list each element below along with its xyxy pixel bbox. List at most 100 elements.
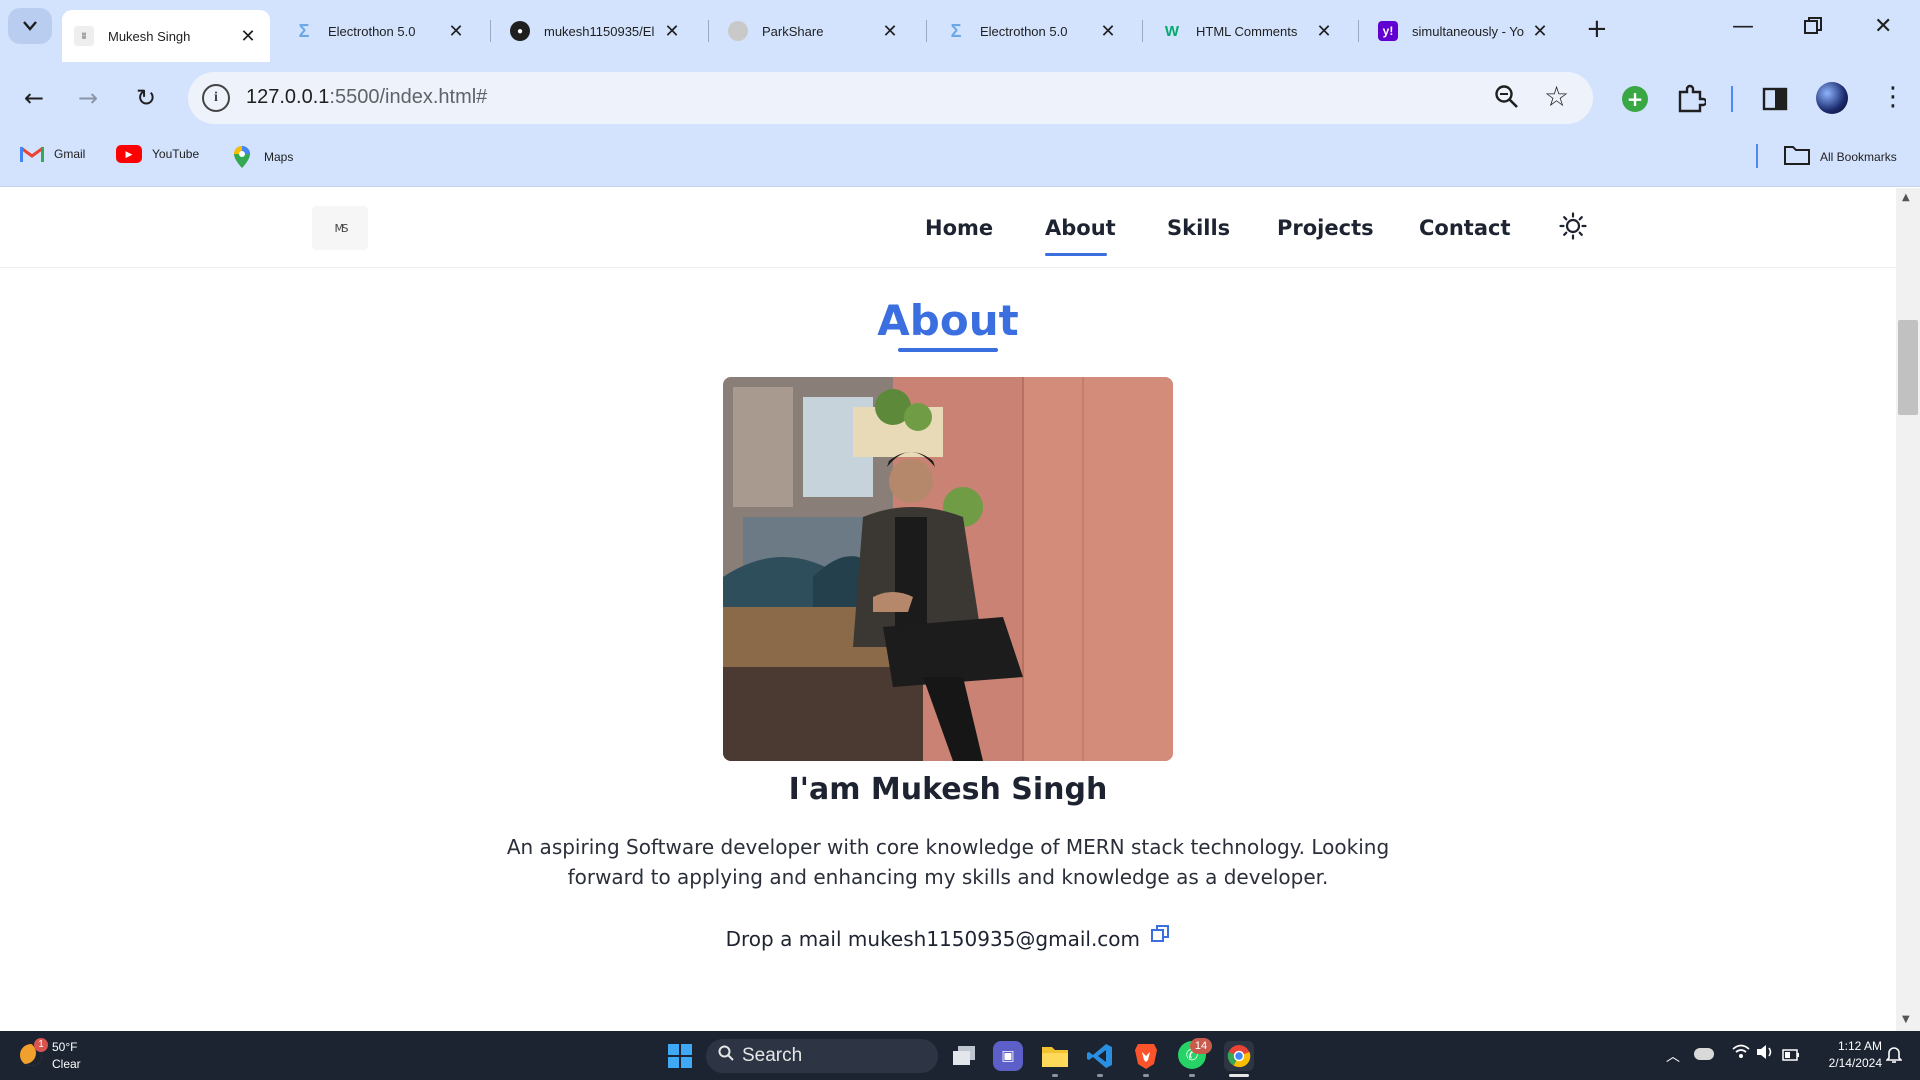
copy-icon[interactable] [1150, 924, 1170, 949]
scroll-down-icon[interactable]: ▼ [1902, 1014, 1910, 1025]
nav-projects[interactable]: Projects [1277, 216, 1374, 240]
all-bookmarks-button[interactable]: All Bookmarks [1784, 145, 1897, 168]
onedrive-icon[interactable] [1694, 1048, 1714, 1060]
close-tab-icon[interactable]: ✕ [238, 26, 258, 47]
tray-chevron-up-icon[interactable]: ︿ [1666, 1046, 1680, 1066]
mail-prefix: Drop a mail [725, 927, 842, 951]
extension-green-icon[interactable]: + [1622, 86, 1648, 112]
close-tab-icon[interactable]: ✕ [1314, 21, 1334, 42]
clock-date[interactable]: 2/14/2024 [1818, 1056, 1882, 1070]
file-explorer-icon[interactable] [1040, 1041, 1070, 1071]
mail-line: Drop a mail mukesh1150935@gmail.com [0, 924, 1896, 951]
active-nav-underline [1045, 253, 1107, 256]
bookmark-youtube[interactable]: ▶ YouTube [116, 145, 199, 163]
reload-icon[interactable]: ↻ [126, 78, 166, 118]
weather-badge: 1 [34, 1038, 48, 1052]
tab-mukesh-singh[interactable]: ʬ Mukesh Singh ✕ [62, 10, 270, 62]
tab-title: HTML Comments [1196, 23, 1298, 39]
clock-time[interactable]: 1:12 AM [1826, 1039, 1882, 1053]
tab-title: Electrothon 5.0 [328, 23, 416, 39]
bookmark-label: YouTube [152, 147, 200, 161]
nav-skills[interactable]: Skills [1167, 216, 1230, 240]
side-panel-icon[interactable] [1762, 86, 1788, 116]
nav-home[interactable]: Home [925, 216, 993, 240]
extensions-puzzle-icon[interactable] [1676, 84, 1708, 118]
profile-avatar[interactable] [1816, 82, 1848, 114]
windows-start-icon[interactable] [668, 1044, 692, 1072]
brave-running-dot [1143, 1074, 1149, 1077]
new-tab-button[interactable]: + [1586, 14, 1608, 44]
wifi-icon[interactable] [1732, 1044, 1750, 1064]
scrollbar-thumb[interactable] [1898, 320, 1918, 415]
close-window-icon[interactable]: ✕ [1874, 14, 1892, 39]
tab-divider [1142, 20, 1143, 42]
url-host: 127.0.0.1 [246, 86, 330, 108]
bookmark-star-icon[interactable]: ☆ [1544, 80, 1569, 113]
tab-search-button[interactable] [8, 8, 52, 44]
scroll-up-icon[interactable]: ▲ [1902, 192, 1910, 203]
tab-parkshare[interactable]: ParkShare ✕ [716, 10, 912, 52]
close-tab-icon[interactable]: ✕ [1530, 21, 1550, 42]
logo-text: M S [334, 221, 349, 235]
weather-widget[interactable]: 1 50°F Clear [16, 1038, 96, 1076]
close-tab-icon[interactable]: ✕ [1098, 21, 1118, 42]
url-text[interactable]: 127.0.0.1:5500/index.html# [246, 86, 487, 109]
site-header: M S Home About Skills Projects Contact [0, 188, 1896, 268]
youtube-icon: ▶ [116, 145, 142, 163]
brave-icon[interactable] [1131, 1041, 1161, 1071]
tab-title: ParkShare [762, 23, 824, 39]
tab-divider [926, 20, 927, 42]
taskbar-search[interactable]: Search [706, 1039, 938, 1073]
all-bookmarks-label: All Bookmarks [1820, 149, 1897, 164]
tab-html-comments[interactable]: W HTML Comments ✕ [1150, 10, 1346, 52]
yahoo-icon: y! [1378, 21, 1398, 41]
sun-icon[interactable] [1559, 212, 1587, 244]
notification-bell-icon[interactable] [1885, 1046, 1903, 1068]
tab-github[interactable]: ● mukesh1150935/El ✕ [498, 10, 694, 52]
site-info-icon[interactable]: i [202, 84, 230, 112]
weather-desc: Clear [52, 1057, 81, 1071]
tab-strip: ʬ Mukesh Singh ✕ Σ Electrothon 5.0 ✕ ● m… [0, 0, 1920, 62]
task-view-icon[interactable] [949, 1041, 979, 1071]
menu-kebab-icon[interactable]: ⋮ [1880, 84, 1906, 110]
site-logo[interactable]: M S [312, 206, 368, 250]
electrothon-icon: Σ [298, 20, 310, 41]
chevron-down-icon [23, 21, 37, 31]
tab-divider [1358, 20, 1359, 42]
teams-icon[interactable]: ▣ [993, 1041, 1023, 1071]
address-bar[interactable]: i 127.0.0.1:5500/index.html# ☆ [188, 72, 1593, 124]
tab-electrothon[interactable]: Σ Electrothon 5.0 ✕ [282, 10, 478, 52]
close-tab-icon[interactable]: ✕ [662, 21, 682, 42]
chrome-icon[interactable] [1224, 1041, 1254, 1071]
tab-title: mukesh1150935/El [544, 23, 655, 39]
ms-logo-icon: ʬ [74, 26, 94, 46]
back-icon[interactable]: ← [14, 78, 54, 118]
profile-name: I'am Mukesh Singh [788, 772, 1108, 807]
explorer-running-dot [1052, 1074, 1058, 1077]
restore-icon[interactable] [1804, 16, 1822, 41]
forward-icon[interactable]: → [68, 78, 108, 118]
nav-about[interactable]: About [1045, 216, 1116, 240]
bookmark-maps[interactable]: Maps [232, 145, 293, 169]
globe-icon [728, 21, 748, 41]
url-path: :5500/index.html# [329, 86, 488, 108]
bookmarks-divider [1756, 144, 1758, 168]
battery-icon[interactable] [1782, 1046, 1800, 1065]
page-content: M S Home About Skills Projects Contact A… [0, 188, 1896, 1031]
section-title: About [877, 296, 1019, 345]
close-tab-icon[interactable]: ✕ [446, 21, 466, 42]
tab-yahoo[interactable]: y! simultaneously - Yo ✕ [1366, 10, 1562, 52]
page-scrollbar[interactable] [1896, 188, 1920, 1031]
tab-title: Electrothon 5.0 [980, 23, 1068, 39]
tab-electrothon-2[interactable]: Σ Electrothon 5.0 ✕ [934, 10, 1130, 52]
whatsapp-badge: 14 [1190, 1038, 1212, 1054]
volume-icon[interactable] [1756, 1044, 1774, 1064]
bookmark-gmail[interactable]: Gmail [20, 145, 85, 163]
nav-contact[interactable]: Contact [1419, 216, 1511, 240]
close-tab-icon[interactable]: ✕ [880, 21, 900, 42]
email-address[interactable]: mukesh1150935@gmail.com [848, 927, 1140, 951]
zoom-icon[interactable] [1494, 84, 1520, 114]
vscode-icon[interactable] [1085, 1041, 1115, 1071]
github-icon: ● [510, 21, 530, 41]
minimize-icon[interactable]: — [1732, 14, 1754, 39]
